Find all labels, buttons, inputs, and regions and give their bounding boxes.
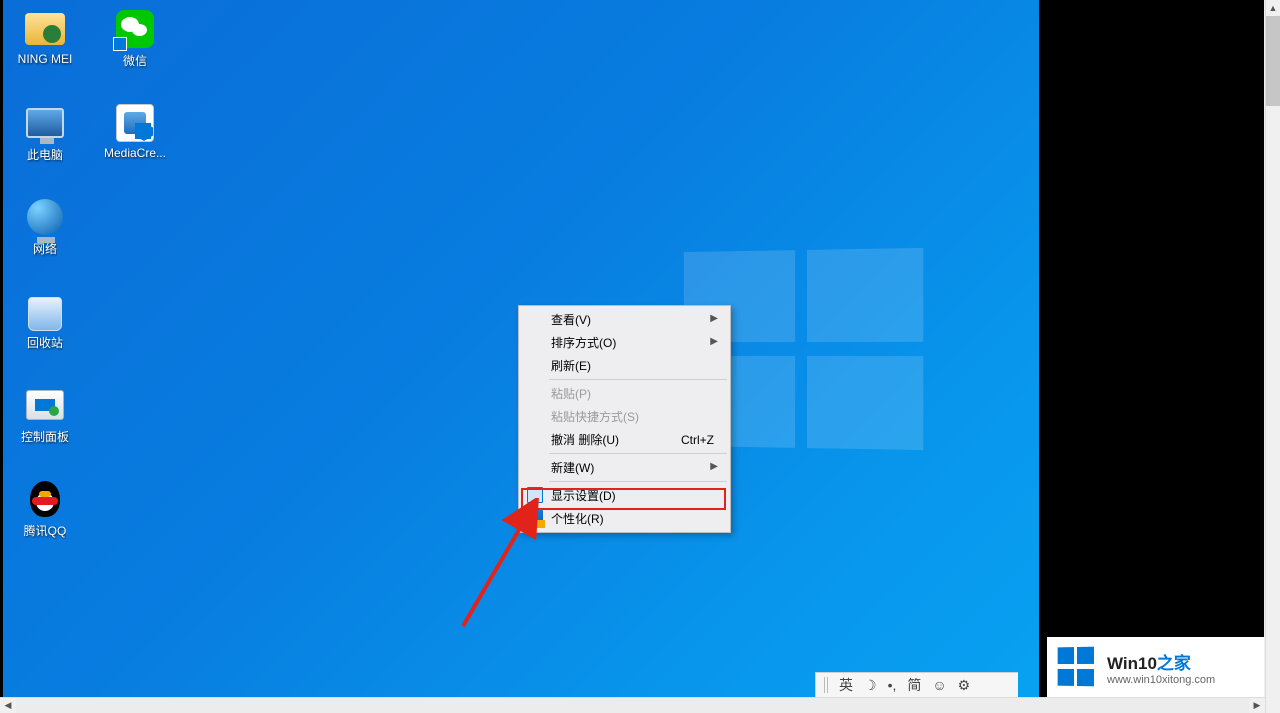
scroll-right-button[interactable]: ▶	[1249, 698, 1265, 713]
submenu-arrow-icon: ▶	[710, 313, 718, 324]
icon-label: 腾讯QQ	[24, 522, 67, 539]
personalize-icon	[527, 510, 543, 526]
menu-item-new[interactable]: 新建(W) ▶	[521, 456, 728, 479]
display-icon	[527, 487, 543, 503]
desktop-icon-qq[interactable]: 腾讯QQ	[8, 476, 82, 570]
watermark-url: www.win10xitong.com	[1107, 674, 1215, 686]
network-icon	[27, 199, 63, 235]
icon-label: 微信	[123, 52, 147, 69]
menu-label: 撤消 删除(U)	[551, 431, 619, 448]
desktop-icon-user-folder[interactable]: NING MEI	[8, 6, 82, 100]
ime-charset-button[interactable]: 简	[907, 675, 921, 695]
menu-item-personalize[interactable]: 个性化(R)	[521, 507, 728, 530]
qq-icon	[27, 479, 63, 519]
desktop-icon-control-panel[interactable]: 控制面板	[8, 382, 82, 476]
menu-label: 粘贴快捷方式(S)	[551, 408, 639, 425]
icon-label: NING MEI	[18, 52, 73, 66]
desktop-context-menu: 查看(V) ▶ 排序方式(O) ▶ 刷新(E) 粘贴(P) 粘贴快捷方式(S) …	[518, 305, 731, 533]
watermark-title: Win10之家	[1107, 649, 1215, 674]
submenu-arrow-icon: ▶	[710, 461, 718, 472]
folder-icon	[25, 13, 65, 45]
ime-settings-icon[interactable]: ⚙	[958, 677, 971, 694]
scroll-thumb[interactable]	[1266, 16, 1280, 106]
menu-item-refresh[interactable]: 刷新(E)	[521, 354, 728, 377]
scroll-track[interactable]	[16, 698, 1249, 713]
menu-label: 个性化(R)	[551, 510, 604, 527]
menu-label: 刷新(E)	[551, 357, 591, 374]
vertical-scrollbar[interactable]: ▲	[1265, 0, 1280, 713]
ime-emoji-icon[interactable]: ☺	[932, 677, 946, 693]
icon-label: MediaCre...	[104, 146, 166, 160]
menu-shortcut: Ctrl+Z	[681, 433, 714, 447]
wechat-icon	[116, 10, 154, 48]
desktop-icon-this-pc[interactable]: 此电脑	[8, 100, 82, 194]
icon-label: 回收站	[27, 334, 63, 351]
desktop-icon-wechat[interactable]: 微信	[98, 6, 172, 100]
icon-label: 此电脑	[27, 146, 63, 163]
menu-item-paste: 粘贴(P)	[521, 382, 728, 405]
desktop-background[interactable]: NING MEI 微信 此电脑 MediaCre...	[0, 0, 1264, 697]
menu-item-sort[interactable]: 排序方式(O) ▶	[521, 331, 728, 354]
left-letterbox	[0, 0, 3, 697]
scroll-up-button[interactable]: ▲	[1266, 0, 1280, 16]
control-panel-icon	[26, 390, 64, 420]
menu-separator	[549, 481, 727, 482]
right-letterbox	[1039, 0, 1264, 697]
desktop-icon-network[interactable]: 网络	[8, 194, 82, 288]
computer-icon	[26, 108, 64, 138]
menu-item-display-settings[interactable]: 显示设置(D)	[521, 484, 728, 507]
menu-label: 显示设置(D)	[551, 487, 616, 504]
submenu-arrow-icon: ▶	[710, 336, 718, 347]
menu-label: 排序方式(O)	[551, 334, 616, 351]
icon-label: 控制面板	[21, 428, 69, 445]
desktop-icon-recycle-bin[interactable]: 回收站	[8, 288, 82, 382]
scroll-left-button[interactable]: ◀	[0, 698, 16, 713]
windows-logo-icon	[1058, 647, 1097, 688]
ime-language-bar[interactable]: 英 ☽ •, 简 ☺ ⚙	[815, 672, 1018, 697]
menu-separator	[549, 453, 727, 454]
ime-grip-icon[interactable]	[824, 677, 828, 693]
menu-item-paste-shortcut: 粘贴快捷方式(S)	[521, 405, 728, 428]
ime-moon-icon[interactable]: ☽	[864, 677, 877, 694]
ime-lang-button[interactable]: 英	[839, 675, 853, 695]
ime-punct-icon[interactable]: •,	[888, 677, 897, 693]
watermark-badge: Win10之家 www.win10xitong.com	[1047, 637, 1264, 697]
recycle-bin-icon	[28, 291, 62, 331]
horizontal-scrollbar[interactable]: ◀ ▶	[0, 697, 1265, 713]
media-tool-icon	[116, 104, 154, 142]
desktop-icon-media-creation-tool[interactable]: MediaCre...	[98, 100, 172, 194]
menu-separator	[549, 379, 727, 380]
menu-label: 查看(V)	[551, 311, 591, 328]
menu-item-view[interactable]: 查看(V) ▶	[521, 308, 728, 331]
menu-label: 粘贴(P)	[551, 385, 591, 402]
menu-label: 新建(W)	[551, 459, 594, 476]
menu-item-undo-delete[interactable]: 撤消 删除(U) Ctrl+Z	[521, 428, 728, 451]
